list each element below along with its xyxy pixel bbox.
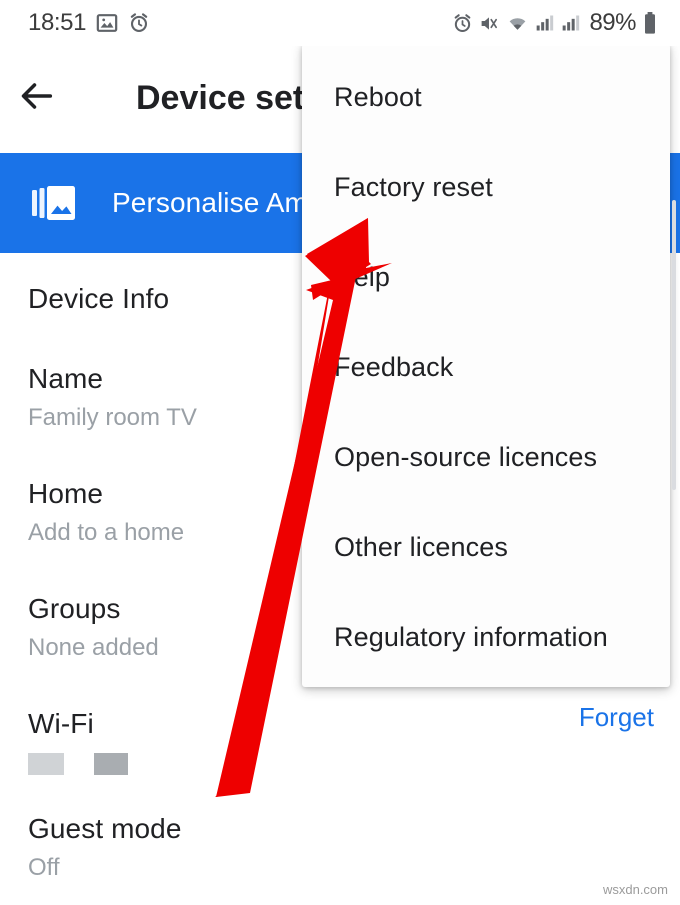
list-item-value: Off [28,854,60,881]
battery-icon [642,11,658,35]
banner-label: Personalise Amb [112,187,324,218]
signal-icon-1 [535,13,555,33]
mute-vibrate-icon [479,13,500,34]
menu-item-other-licences[interactable]: Other licences [302,502,670,592]
list-item-home[interactable]: Home Add to a home [28,478,184,547]
list-item-title: Home [28,478,104,509]
menu-item-open-source-licences[interactable]: Open-source licences [302,412,670,502]
list-item-value: Add to a home [28,519,185,546]
menu-scrollbar[interactable] [672,200,676,490]
list-item-groups[interactable]: Groups None added [28,593,159,662]
phone-screen: 18:51 89% Device sett Personalise Amb De… [0,0,680,905]
image-icon [96,12,118,34]
redaction-block [28,753,64,775]
list-item-title: Guest mode [28,813,182,844]
list-item-guest-mode[interactable]: Guest mode Off [28,813,182,882]
menu-item-regulatory-information[interactable]: Regulatory information [302,592,670,682]
redacted-value-blocks [28,753,128,775]
list-item-value: None added [28,634,159,661]
wifi-icon [506,13,529,34]
forget-button[interactable]: Forget [579,702,654,733]
ambient-photos-icon [30,179,78,227]
status-bar-clock: 18:51 [28,9,87,36]
redaction-block [94,753,128,775]
alarm-icon [128,12,150,34]
status-bar-right: 89% [452,9,658,37]
signal-icon-2 [561,13,581,33]
arrow-left-icon [17,76,57,121]
list-item-value: Family room TV [28,404,197,431]
menu-item-reboot[interactable]: Reboot [302,52,670,142]
status-bar: 18:51 89% [0,0,680,46]
list-item-title: Groups [28,593,121,624]
list-item-wifi[interactable]: Wi-Fi [28,708,128,775]
menu-item-feedback[interactable]: Feedback [302,322,670,412]
menu-item-factory-reset[interactable]: Factory reset [302,142,670,232]
watermark: wsxdn.com [602,882,668,897]
status-bar-left: 18:51 [28,9,150,37]
alarm-icon [452,13,473,34]
list-item-title: Name [28,363,104,394]
battery-percent-label: 89% [589,9,636,36]
list-section-header: Device Info [28,283,169,315]
back-button[interactable] [0,46,74,150]
list-item-name[interactable]: Name Family room TV [28,363,197,432]
list-item-title: Wi-Fi [28,708,94,739]
page-title: Device sett [136,78,316,117]
menu-item-help[interactable]: Help [302,232,670,322]
section-header-label: Device Info [28,283,170,314]
overflow-menu: Reboot Factory reset Help Feedback Open-… [302,44,670,687]
